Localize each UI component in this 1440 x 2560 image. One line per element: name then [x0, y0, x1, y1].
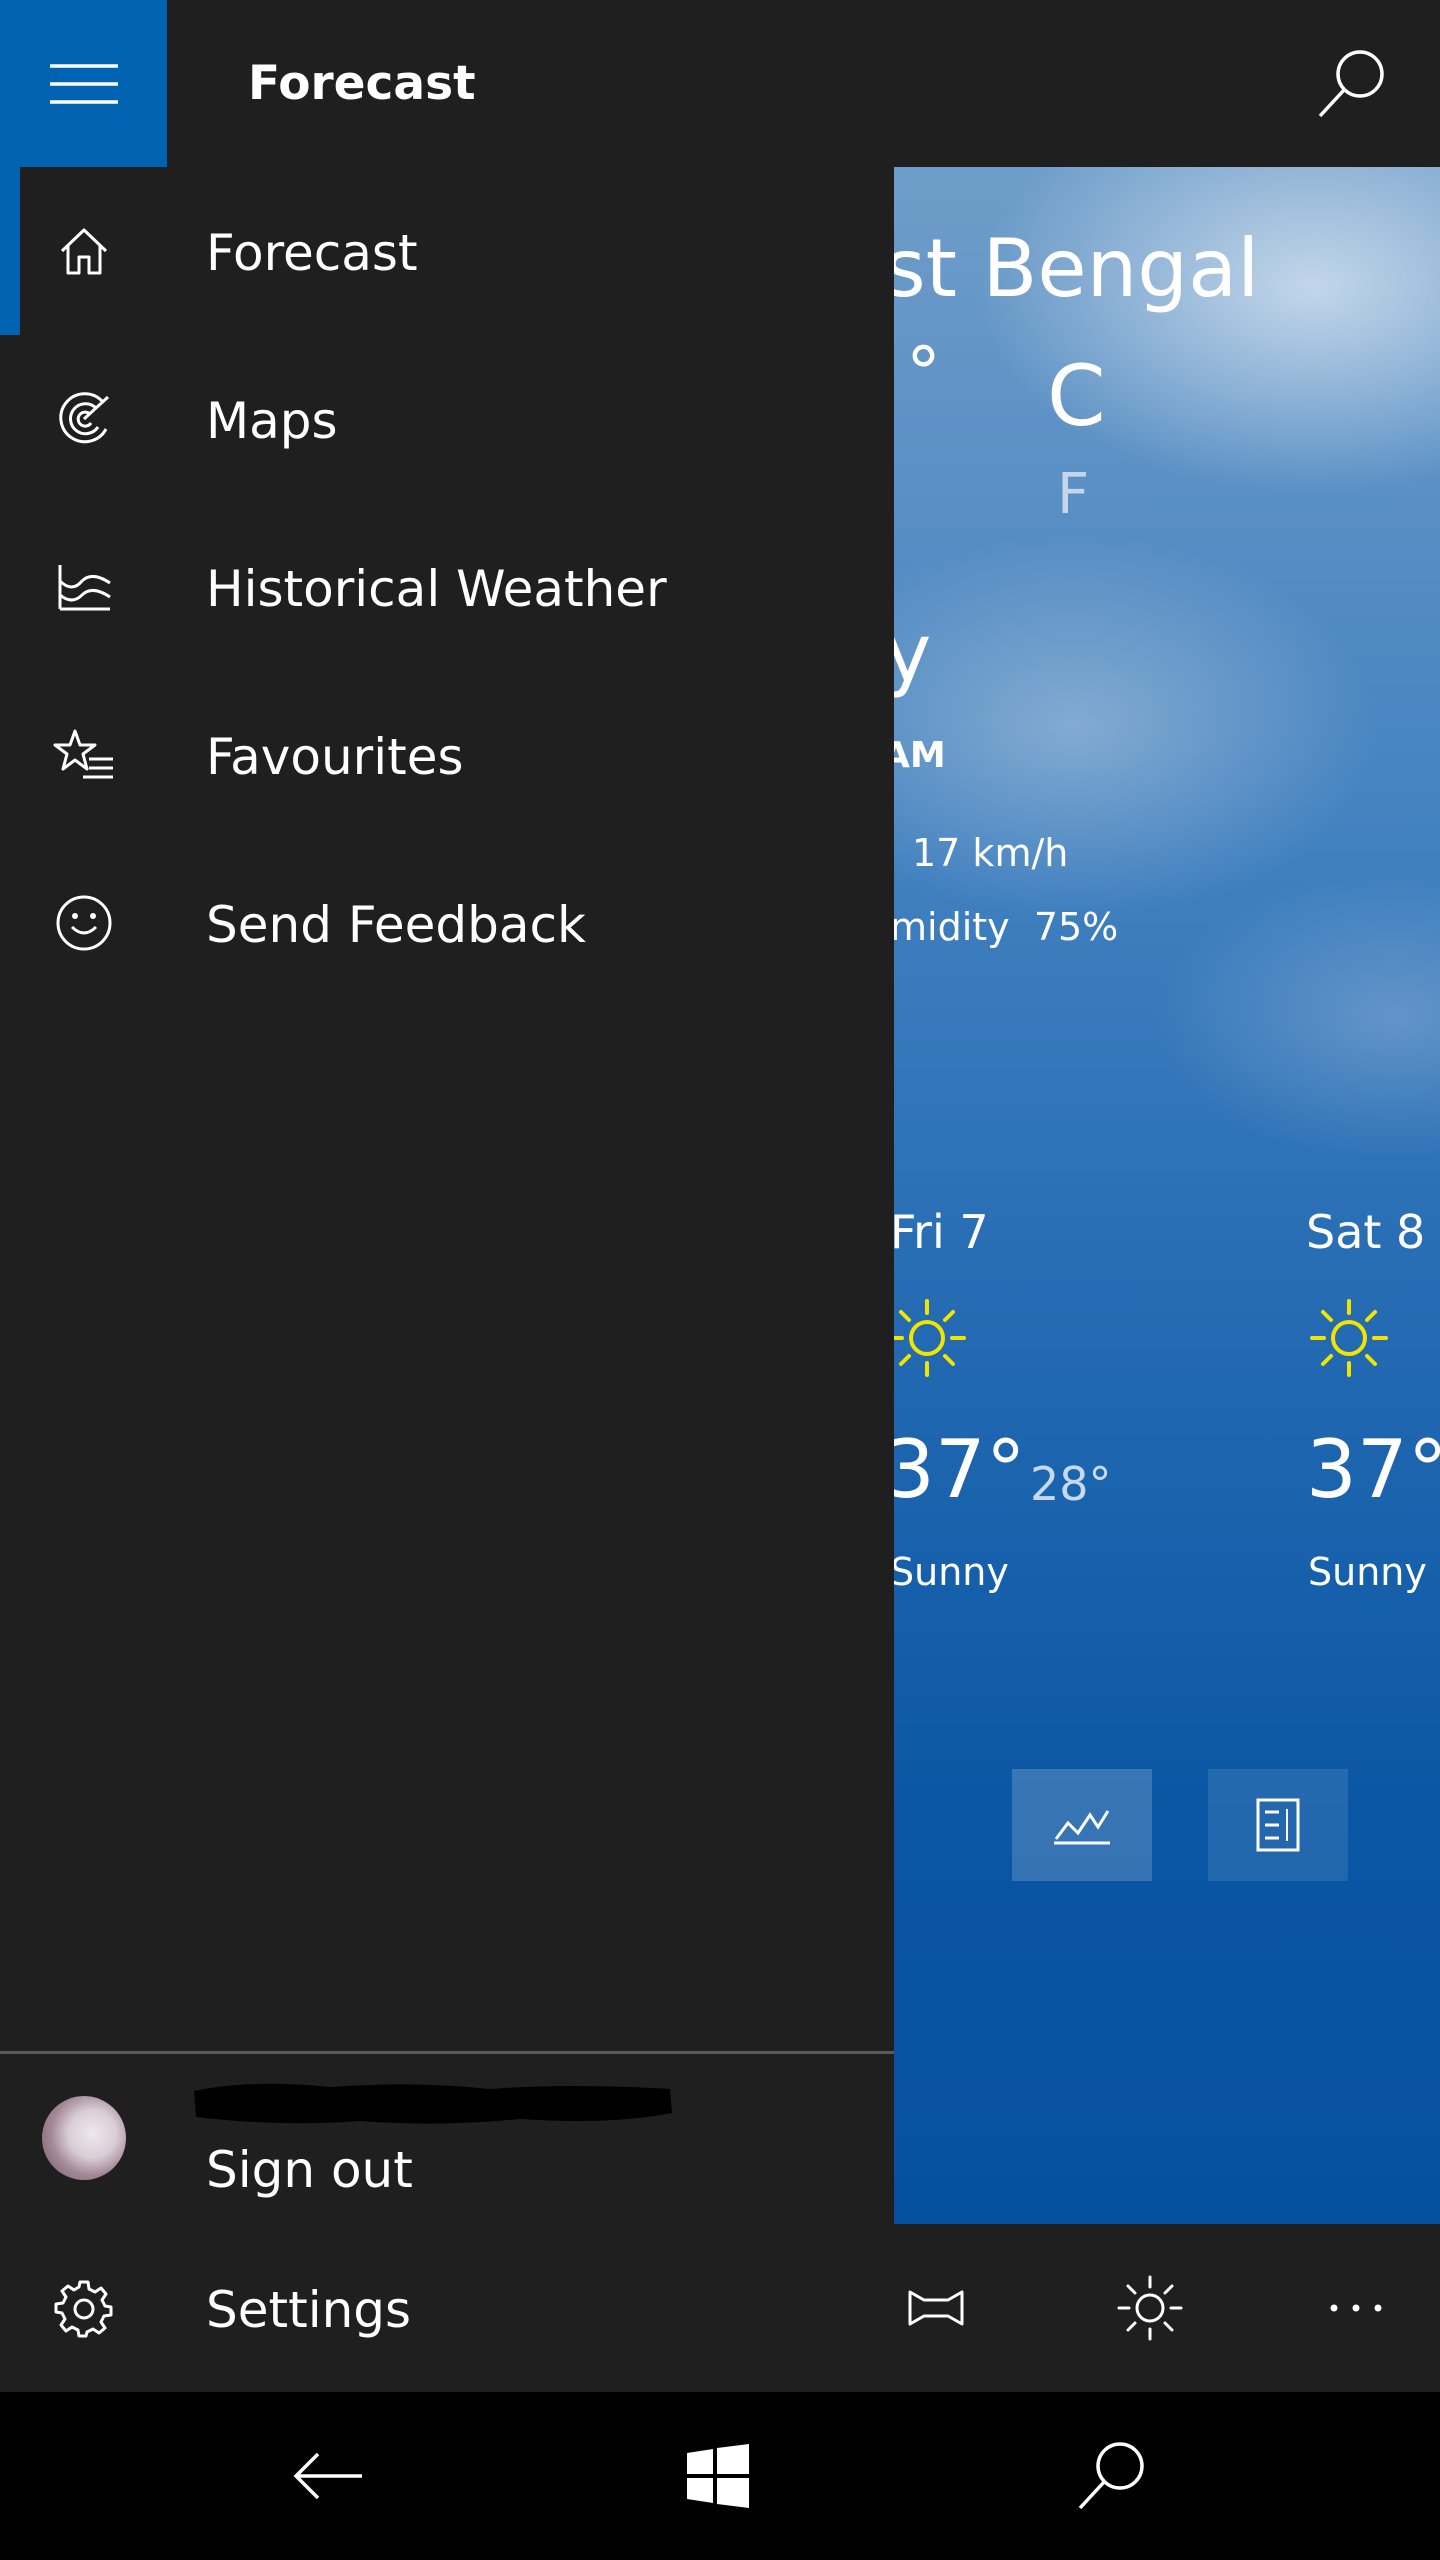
- nav-label: Historical Weather: [206, 560, 667, 618]
- settings-label: Settings: [206, 2281, 412, 2339]
- smiley-icon: [42, 881, 126, 965]
- back-icon: [293, 2452, 362, 2500]
- more-icon: [1330, 2304, 1382, 2312]
- system-nav-bar: [0, 2392, 1440, 2560]
- current-temperature: °: [906, 332, 941, 414]
- current-condition: y: [894, 607, 932, 700]
- unit-fahrenheit-toggle[interactable]: F: [1057, 462, 1089, 527]
- pin-icon: [908, 2290, 964, 2326]
- search-button[interactable]: [1310, 42, 1394, 126]
- list-view-icon: [1256, 1798, 1300, 1852]
- sun-icon: [894, 1299, 966, 1377]
- chart-view-icon: [1054, 1810, 1110, 1845]
- avatar: [42, 2096, 126, 2180]
- back-button[interactable]: [286, 2434, 370, 2518]
- nav-item-settings[interactable]: Settings: [0, 2224, 894, 2392]
- account-section[interactable]: Sign out: [0, 2054, 894, 2224]
- star-list-icon: [42, 713, 126, 797]
- page-title: Forecast: [248, 56, 476, 111]
- wind-value: 17 km/h: [912, 831, 1069, 875]
- redacted-account-name: [194, 2083, 672, 2124]
- day-condition: Sunny: [1308, 1550, 1427, 1594]
- windows-button[interactable]: [676, 2434, 760, 2518]
- hamburger-button[interactable]: [0, 0, 167, 167]
- nav-item-maps[interactable]: Maps: [0, 335, 894, 503]
- day-condition: Sunny: [894, 1550, 1009, 1594]
- day-high-temp: 37°: [894, 1423, 1026, 1516]
- nav-label: Send Feedback: [206, 896, 586, 954]
- radar-icon: [42, 377, 126, 461]
- nav-item-historical-weather[interactable]: Historical Weather: [0, 503, 894, 671]
- chart-wave-icon: [42, 545, 126, 629]
- brightness-icon: [1117, 2275, 1183, 2341]
- humidity-value: 75%: [1033, 905, 1119, 949]
- title-bar: Forecast: [0, 0, 1440, 167]
- brightness-button[interactable]: [1108, 2266, 1192, 2350]
- nav-item-send-feedback[interactable]: Send Feedback: [0, 839, 894, 1007]
- more-button[interactable]: [1314, 2266, 1398, 2350]
- day-high-temp: 37°: [1306, 1423, 1440, 1516]
- day-name: Sat 8: [1306, 1205, 1426, 1259]
- search-icon: [1078, 2442, 1144, 2510]
- unit-celsius-toggle[interactable]: C: [1047, 347, 1106, 445]
- updated-time: AM: [894, 735, 946, 776]
- day-name: Fri 7: [894, 1205, 989, 1259]
- search-icon: [1318, 50, 1384, 118]
- nav-label: Favourites: [206, 728, 464, 786]
- location-name: st Bengal: [894, 222, 1260, 315]
- nav-item-favourites[interactable]: Favourites: [0, 671, 894, 839]
- nav-label: Forecast: [206, 224, 418, 282]
- hamburger-icon: [49, 63, 118, 104]
- sign-out-link[interactable]: Sign out: [206, 2140, 413, 2200]
- nav-item-forecast[interactable]: Forecast: [0, 167, 894, 335]
- humidity-label: midity: [894, 905, 1010, 949]
- windows-icon: [687, 2444, 749, 2508]
- bottom-app-bar: [894, 2224, 1440, 2392]
- pin-button[interactable]: [894, 2266, 978, 2350]
- nav-label: Maps: [206, 392, 338, 450]
- search-button[interactable]: [1070, 2434, 1154, 2518]
- chart-view-button[interactable]: [1012, 1769, 1152, 1881]
- list-view-button[interactable]: [1208, 1769, 1348, 1881]
- day-low-temp: 28°: [1030, 1457, 1112, 1511]
- humidity-row: midity 75%: [894, 905, 1118, 949]
- weather-panel: st Bengal ° C F y AM 17 km/h midity 75% …: [894, 167, 1440, 2224]
- sun-icon: [1310, 1299, 1388, 1377]
- gear-icon: [42, 2266, 126, 2350]
- home-icon: [42, 209, 126, 293]
